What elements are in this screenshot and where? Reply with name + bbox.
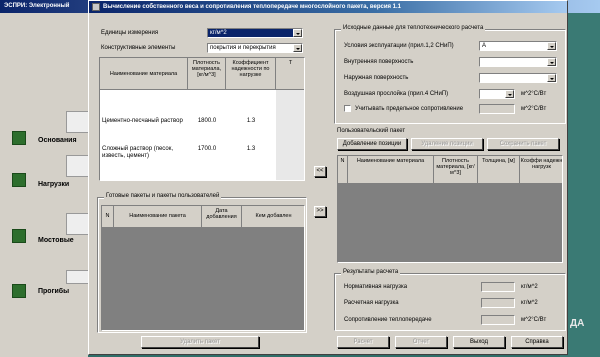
consider-checkbox[interactable] [344, 105, 351, 112]
user-packet-table[interactable]: N Наименование материала Плотность матер… [337, 155, 563, 263]
outer-surface-select[interactable] [479, 73, 557, 83]
delete-packet-button[interactable]: Удалить пакет [141, 336, 259, 348]
calc-button[interactable]: Расчет [337, 336, 389, 348]
conditions-label: Условия эксплуатации (прил.1,2 СНиП) [344, 43, 454, 49]
consider-label: Учитывать предельное сопротивление [355, 106, 464, 112]
thermal-title: Исходные данные для теплотехнического ра… [341, 25, 486, 31]
dialog-titlebar: Вычисление собственного веса и сопротивл… [89, 1, 567, 13]
app-icon [92, 3, 100, 11]
calculated-label: Расчетная нагрузка [344, 300, 399, 306]
bg-item-foundations[interactable]: Основания [8, 111, 92, 151]
background-sidebar: Основания Нагрузки Мостовые Прогибы [0, 13, 92, 357]
col-header-thickness[interactable]: Толщина, [м] [478, 156, 520, 184]
col-header-material[interactable]: Наименование материала [348, 156, 434, 184]
col-header-n[interactable]: N [338, 156, 348, 184]
inner-surface-label: Внутренняя поверхность [344, 59, 414, 65]
col-header-density[interactable]: Плотность материала, [кг/м^3] [434, 156, 478, 184]
air-layer-select[interactable] [479, 89, 515, 99]
normative-value [481, 282, 515, 292]
chevron-down-icon[interactable] [547, 58, 556, 66]
move-right-button[interactable]: >> [314, 206, 326, 217]
green-square-icon [12, 229, 26, 243]
units-value: кг/м^2 [210, 30, 227, 36]
col-header-material[interactable]: Наименование материала [100, 58, 188, 90]
constructive-value: покрытия и перекрытия [210, 45, 276, 51]
user-packet-title: Пользовательский пакет [337, 128, 406, 134]
table-filler [276, 90, 304, 180]
conditions-value: А [482, 43, 487, 49]
limit-resistance-field[interactable] [479, 104, 515, 114]
materials-table[interactable]: Наименование материала Плотность материа… [99, 57, 305, 181]
delete-item-button[interactable]: Удаление позиции [411, 138, 483, 150]
inner-surface-select[interactable] [479, 57, 557, 67]
col-header-reliability[interactable]: Коэффи надежн нагрузк [520, 156, 562, 184]
help-button[interactable]: Справка [511, 336, 563, 348]
chevron-down-icon[interactable] [547, 42, 556, 50]
chevron-down-icon[interactable] [547, 74, 556, 82]
save-packet-button[interactable]: Сохранить пакет [487, 138, 559, 150]
move-left-button[interactable]: << [314, 166, 326, 177]
constructive-select[interactable]: покрытия и перекрытия [207, 43, 303, 53]
results-title: Результаты расчета [341, 269, 401, 275]
green-square-icon [12, 284, 26, 298]
ready-packets-title: Готовые пакеты и пакеты пользователей [104, 193, 222, 199]
table-cell[interactable]: 1700.0 [188, 144, 226, 155]
air-layer-label: Воздушная прослойка (прил.4 СНиП) [344, 91, 449, 97]
green-square-icon [12, 173, 26, 187]
chevron-down-icon[interactable] [293, 44, 302, 52]
col-header-date[interactable]: Дата добавления [202, 206, 242, 228]
outer-surface-label: Наружная поверхность [344, 75, 409, 81]
add-item-button[interactable]: Добавление позиции [337, 138, 407, 150]
col-header-density[interactable]: Плотность материала, [кг/м^3] [188, 58, 226, 90]
conditions-select[interactable]: А [479, 41, 557, 51]
packet-dialog: Вычисление собственного веса и сопротивл… [88, 0, 568, 355]
resistance-label: Сопротивление теплопередаче [344, 317, 432, 323]
report-button[interactable]: Отчет [395, 336, 447, 348]
table-cell[interactable]: 1.3 [226, 144, 276, 155]
table-cell[interactable]: 1800.0 [188, 116, 226, 127]
chevron-down-icon[interactable] [293, 29, 302, 37]
calculated-unit: кг/м^2 [521, 300, 538, 306]
dialog-title: Вычисление собственного веса и сопротивл… [103, 4, 402, 10]
resistance-value [481, 315, 515, 325]
table-cell[interactable]: Цементно-песчаный раствор [100, 116, 188, 127]
normative-unit: кг/м^2 [521, 284, 538, 290]
constructive-label: Конструктивные элементы [101, 45, 176, 51]
packets-table[interactable]: N Наименование пакета Дата добавления Ке… [101, 205, 305, 331]
units-select[interactable]: кг/м^2 [207, 28, 303, 38]
col-header-author[interactable]: Кем добавлен [242, 206, 304, 228]
bg-item-deflections[interactable]: Прогибы [8, 268, 92, 308]
col-header-n[interactable]: N [102, 206, 114, 228]
col-header-reliability[interactable]: Коэффициент надежности по нагрузке [226, 58, 276, 90]
green-square-icon [12, 131, 26, 145]
col-header-packet-name[interactable]: Наименование пакета [114, 206, 202, 228]
units-label: Единицы измерения [101, 30, 159, 36]
table-cell[interactable]: 1.3 [226, 116, 276, 127]
background-right-label: ДА [570, 318, 585, 329]
air-layer-unit: м^2°С/Вт [521, 91, 547, 97]
exit-button[interactable]: Выход [453, 336, 505, 348]
table-cell[interactable]: Сложный раствор (песок, известь, цемент) [100, 144, 188, 162]
normative-label: Нормативная нагрузка [344, 284, 408, 290]
bg-item-loads[interactable]: Нагрузки [8, 153, 92, 193]
calculated-value [481, 298, 515, 308]
limit-resistance-unit: м^2°С/Вт [521, 106, 547, 112]
bg-item-bridges[interactable]: Мостовые [8, 211, 92, 251]
resistance-unit: м^2°С/Вт [521, 317, 547, 323]
chevron-down-icon[interactable] [505, 90, 514, 98]
col-header-t[interactable]: Т [276, 58, 304, 90]
